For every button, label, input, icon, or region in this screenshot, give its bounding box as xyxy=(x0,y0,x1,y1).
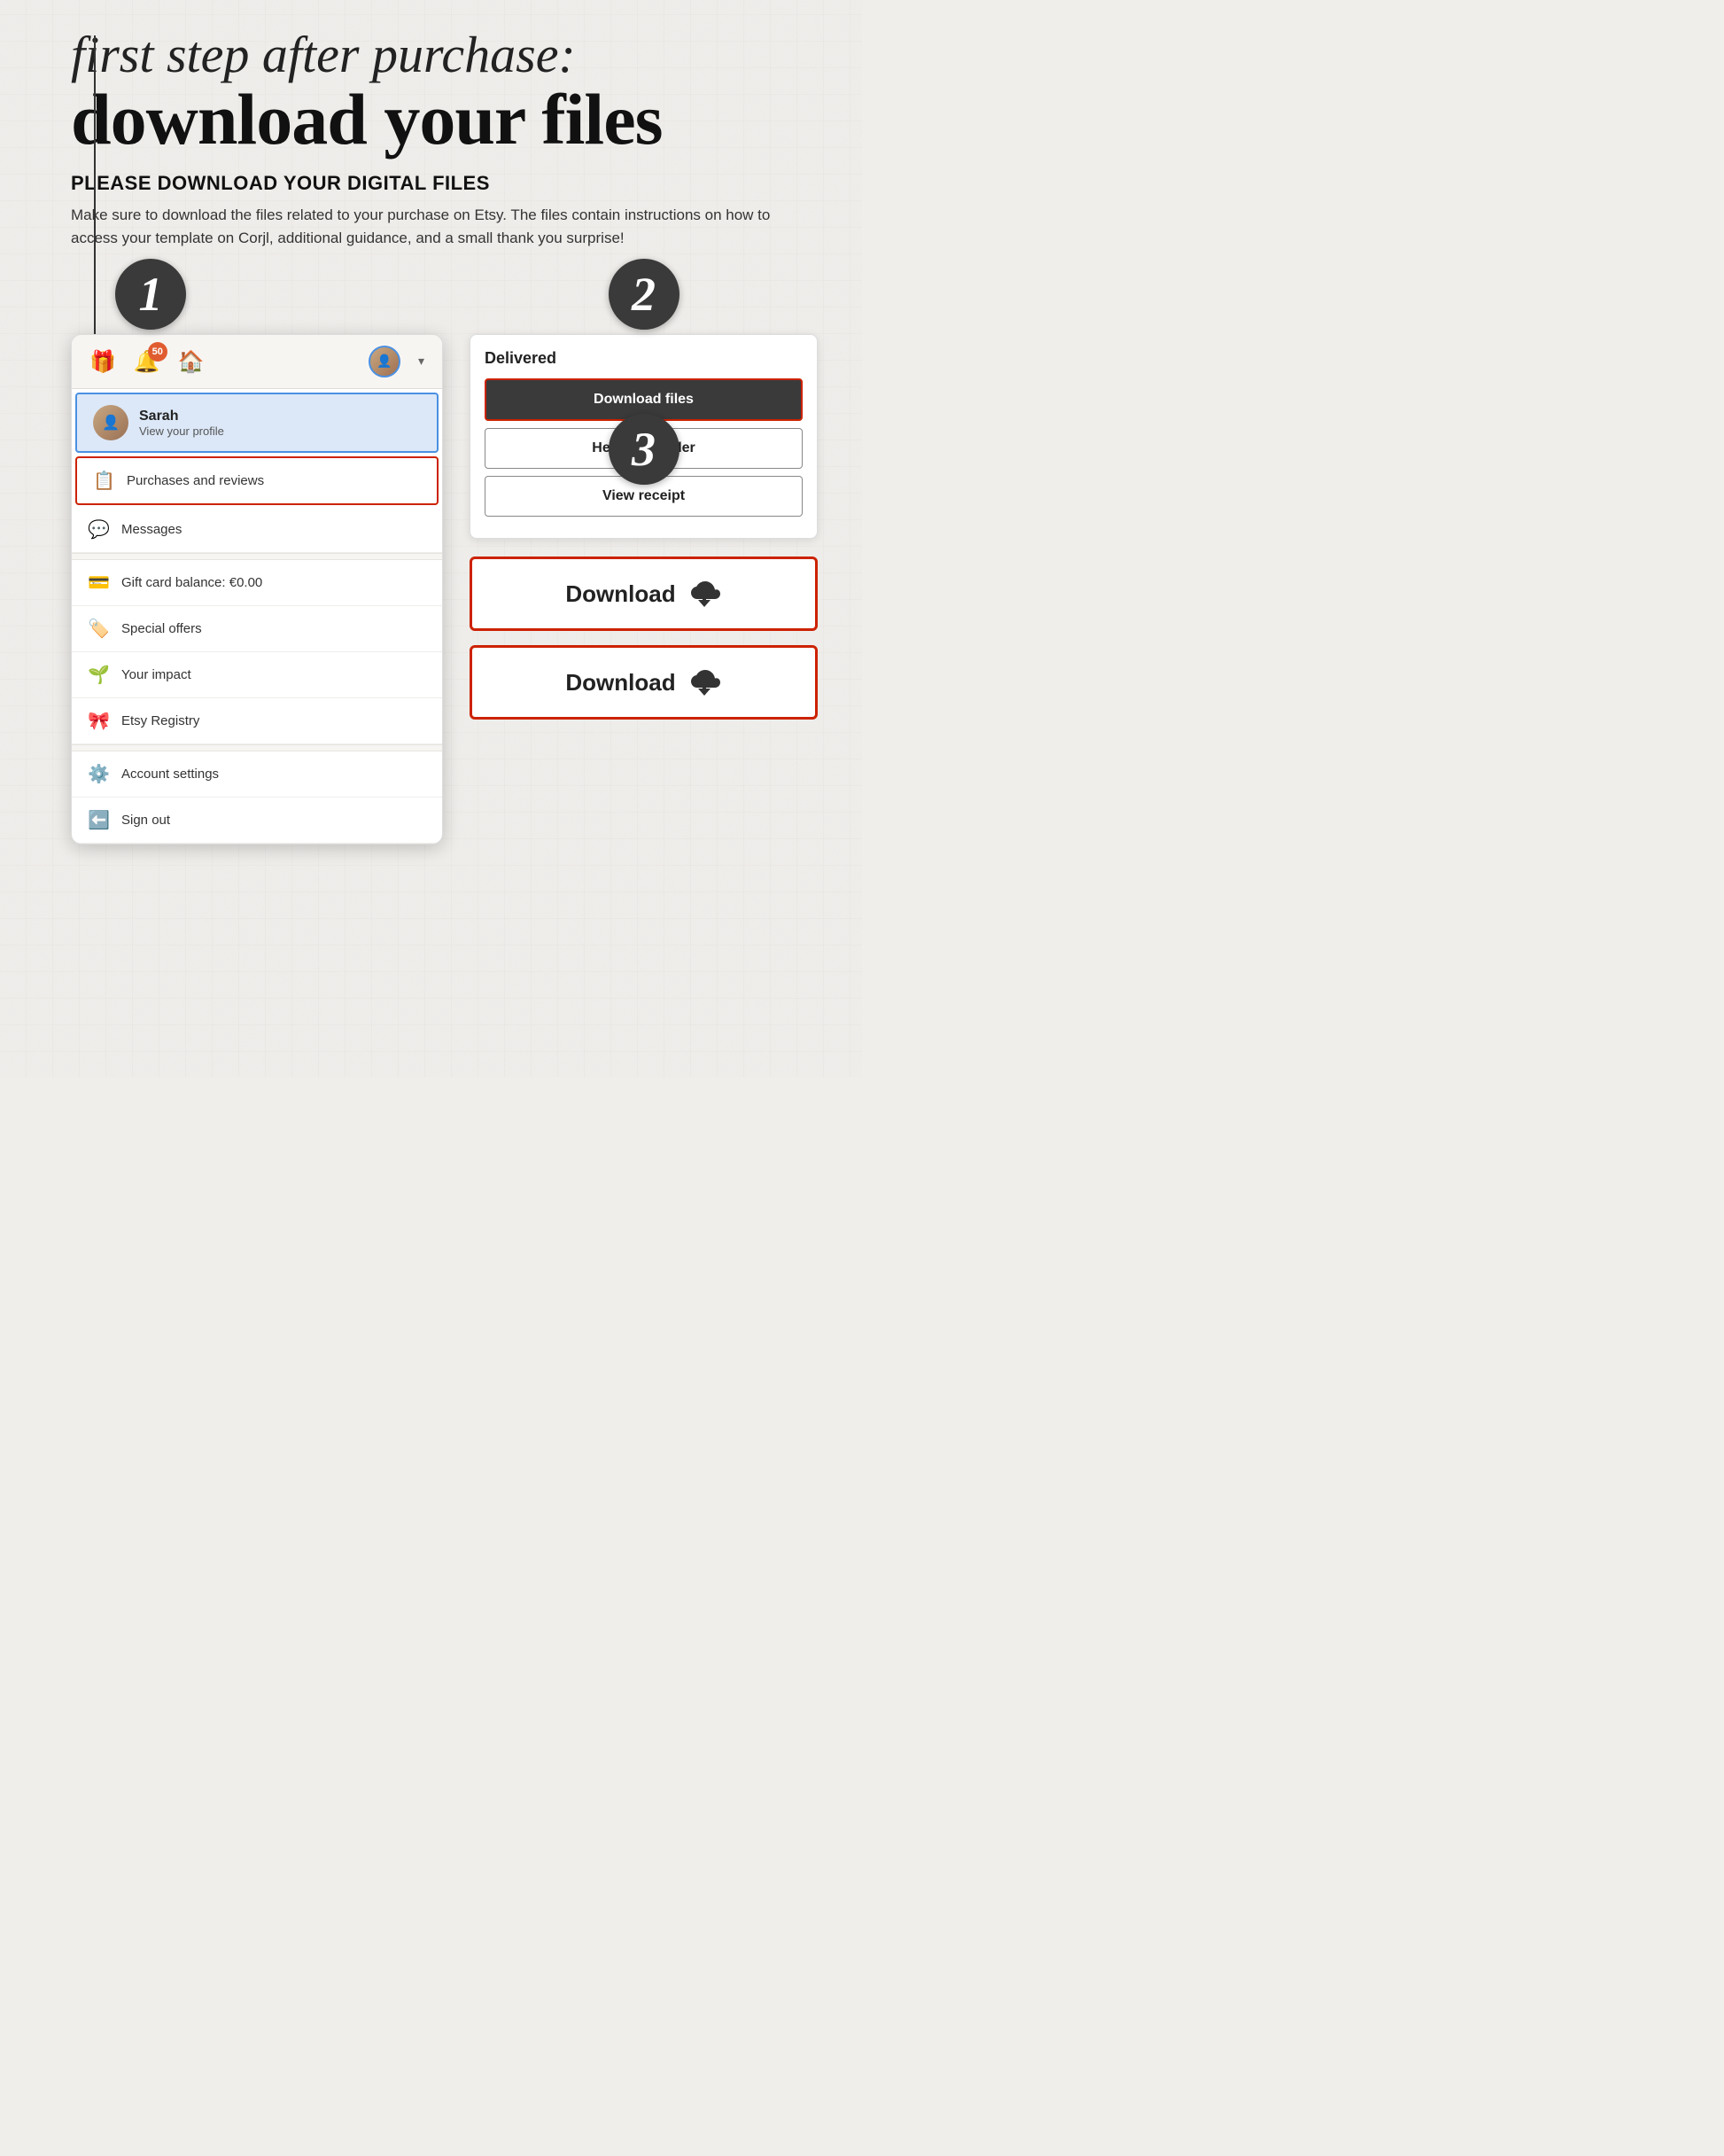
step-2-3-container: 2 Delivered Download files Help with ord… xyxy=(470,276,818,720)
menu-item-label-offers: Special offers xyxy=(121,621,202,636)
message-icon: 💬 xyxy=(88,518,109,541)
credit-card-icon: 💳 xyxy=(88,572,109,594)
header-section: first step after purchase: download your… xyxy=(62,18,827,156)
step-1-bubble: 1 xyxy=(115,259,186,330)
menu-item-label-purchases: Purchases and reviews xyxy=(127,473,264,488)
etsy-menu-mock: 🎁 🔔 50 🏠 👤 ▾ xyxy=(71,334,443,844)
menu-divider xyxy=(72,553,442,560)
download-cloud-icon-2 xyxy=(687,667,722,697)
profile-avatar-icon: 👤 xyxy=(102,414,120,432)
profile-info: Sarah View your profile xyxy=(139,409,224,438)
cursive-title: first step after purchase: xyxy=(71,27,827,83)
house-icon: 🏠 xyxy=(178,349,205,375)
description-body: Make sure to download the files related … xyxy=(71,204,806,251)
step-2-bubble: 2 xyxy=(609,259,680,330)
notification-bell: 🔔 50 xyxy=(134,349,160,375)
etsy-avatar: 👤 xyxy=(369,346,400,377)
menu-profile-item[interactable]: 👤 Sarah View your profile xyxy=(75,393,439,453)
menu-item-giftcard[interactable]: 💳 Gift card balance: €0.00 xyxy=(72,560,442,606)
profile-link: View your profile xyxy=(139,424,224,438)
etsy-toolbar: 🎁 🔔 50 🏠 👤 ▾ xyxy=(72,335,442,389)
description-section: PLEASE DOWNLOAD YOUR DIGITAL FILES Make … xyxy=(62,156,815,260)
download-button-2[interactable]: Download xyxy=(470,645,818,720)
menu-item-special-offers[interactable]: 🏷️ Special offers xyxy=(72,606,442,652)
menu-item-impact[interactable]: 🌱 Your impact xyxy=(72,652,442,698)
profile-name: Sarah xyxy=(139,409,224,424)
steps-container: 1 🎁 🔔 50 🏠 xyxy=(62,276,827,844)
dropdown-arrow-icon: ▾ xyxy=(418,354,424,370)
menu-item-messages[interactable]: 💬 Messages xyxy=(72,507,442,553)
menu-item-label-registry: Etsy Registry xyxy=(121,713,199,728)
download-label-2: Download xyxy=(565,669,675,697)
menu-items-list: 📋 Purchases and reviews 💬 Messages 💳 xyxy=(72,456,442,844)
download-button-1[interactable]: Download xyxy=(470,557,818,631)
menu-item-signout[interactable]: ⬅️ Sign out xyxy=(72,798,442,844)
delivered-status-label: Delivered xyxy=(485,349,803,368)
step-3-bubble: 3 xyxy=(609,414,680,485)
step-1-container: 1 🎁 🔔 50 🏠 xyxy=(71,276,443,844)
menu-item-registry[interactable]: 🎀 Etsy Registry xyxy=(72,698,442,744)
menu-item-label-settings: Account settings xyxy=(121,767,219,782)
avatar-initial: 👤 xyxy=(377,354,392,370)
main-title: download your files xyxy=(71,83,827,156)
menu-item-purchases[interactable]: 📋 Purchases and reviews xyxy=(75,456,439,505)
signout-icon: ⬅️ xyxy=(88,809,109,831)
gift-icon: 🎁 xyxy=(89,349,116,375)
registry-icon: 🎀 xyxy=(88,710,109,732)
description-heading: PLEASE DOWNLOAD YOUR DIGITAL FILES xyxy=(71,172,806,195)
menu-item-label-messages: Messages xyxy=(121,522,182,537)
download-label-1: Download xyxy=(565,580,675,608)
clipboard-icon: 📋 xyxy=(93,470,114,492)
tag-icon: 🏷️ xyxy=(88,618,109,640)
menu-divider-2 xyxy=(72,744,442,751)
download-buttons-section: Download Download xyxy=(470,557,818,720)
settings-icon: ⚙️ xyxy=(88,763,109,785)
menu-item-label-signout: Sign out xyxy=(121,813,170,828)
impact-icon: 🌱 xyxy=(88,664,109,686)
menu-item-account-settings[interactable]: ⚙️ Account settings xyxy=(72,751,442,798)
menu-item-label-giftcard: Gift card balance: €0.00 xyxy=(121,575,262,590)
menu-item-label-impact: Your impact xyxy=(121,667,191,682)
notification-badge: 50 xyxy=(148,342,167,362)
download-cloud-icon-1 xyxy=(687,579,722,609)
profile-avatar: 👤 xyxy=(93,405,128,440)
